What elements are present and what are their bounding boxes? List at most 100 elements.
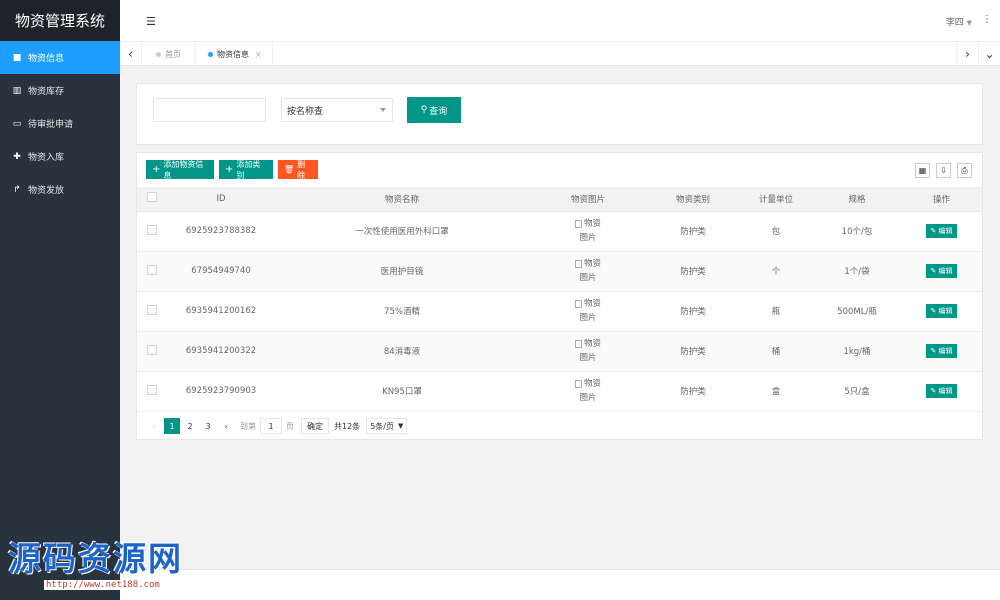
tab-close-icon[interactable]: × [255,50,262,59]
user-name: 李四 [945,18,964,28]
action-cell: ✎ 编辑 [901,331,982,372]
trash-icon: 🗑 [284,165,295,174]
goto-page-input[interactable]: 1 [260,418,282,434]
add-material-info-button[interactable]: + 添加物资信息 [146,159,214,180]
select-all-checkbox[interactable] [147,192,157,203]
material-table: ID 物资名称 物资图片 物资类别 计量单位 规格 操作 69259237883… [137,187,982,412]
query-button-label: 查询 [429,106,448,117]
page-button-1[interactable]: 1 [164,418,180,434]
print-icon[interactable]: ⎙ [957,163,972,178]
button-label: 添加物资信息 [163,159,204,180]
search-input[interactable] [153,98,266,122]
unit-cell: 桶 [739,331,813,372]
more-vertical-icon[interactable]: ⋮ [982,14,992,25]
columns-filter-icon[interactable]: ▦ [915,163,930,178]
image-cell: 物资图片 [529,251,647,292]
column-header[interactable]: 规格 [813,187,901,212]
unit-cell: 包 [739,211,813,252]
broken-image: 物资图片 [571,257,605,285]
name-cell: 75%酒精 [275,291,529,332]
action-cell: ✎ 编辑 [901,251,982,292]
page-size-select[interactable]: 5条/页 ▼ [366,418,408,434]
tab-material-info[interactable]: 物资信息 × [198,42,273,66]
sidebar-item-material-info[interactable]: ■ 物资信息 [0,41,120,74]
column-header[interactable]: 物资图片 [529,187,647,212]
column-header[interactable]: 操作 [901,187,982,212]
column-header[interactable]: 物资类别 [647,187,739,212]
tab-label: 首页 [165,49,181,59]
table-row: 6925923790903 KN95口罩 物资图片 防护类 盒 5只/盒 ✎ 编… [137,371,982,412]
caret-down-icon: ▼ [966,19,972,27]
category-cell: 防护类 [647,251,739,292]
edit-button[interactable]: ✎ 编辑 [926,384,957,398]
sidebar-item-inventory[interactable]: ▥ 物资库存 [0,74,120,107]
pagination: ‹ 1 2 3 › 到第 1 页 确定 共12条 5条/页 ▼ [146,417,408,435]
row-select-cell [137,331,167,372]
image-alt-text: 物资图片 [579,219,601,243]
image-cell: 物资图片 [529,291,647,332]
id-cell: 6935941200322 [167,331,275,372]
menu-toggle-icon[interactable]: ☰ [146,15,156,28]
image-cell: 物资图片 [529,331,647,372]
column-header[interactable]: ID [167,187,275,212]
top-header: ☰ 李四 ▼ ⋮ [120,0,1000,42]
table-row: 6935941200322 84消毒液 物资图片 防护类 桶 1kg/桶 ✎ 编… [137,331,982,372]
table-row: 6935941200162 75%酒精 物资图片 防护类 瓶 500ML/瓶 ✎… [137,291,982,332]
share-icon: ↱ [13,184,21,195]
edit-label: 编辑 [938,387,953,395]
broken-image-icon [574,219,582,228]
action-cell: ✎ 编辑 [901,371,982,412]
add-category-button[interactable]: + 添加类别 [219,160,273,180]
export-icon[interactable]: ⇩ [936,163,951,178]
edit-button[interactable]: ✎ 编辑 [926,264,957,278]
watermark-title: 源码资源网 [8,539,183,578]
prev-page-icon[interactable]: ‹ [146,418,162,434]
tab-home[interactable]: 首页 [146,42,196,66]
column-header[interactable]: 物资名称 [275,187,529,212]
page-button-2[interactable]: 2 [182,418,198,434]
broken-image-icon [574,259,582,268]
footer-bar [120,569,1000,600]
table-row: 67954949740 医用护目镜 物资图片 防护类 个 1个/袋 ✎ 编辑 [137,251,982,292]
column-header[interactable]: 计量单位 [739,187,813,212]
book-icon: ■ [12,52,22,63]
query-button[interactable]: ⚲ 查询 [407,97,461,123]
next-page-icon[interactable]: › [218,418,234,434]
tabs-scroll-right-icon[interactable]: › [956,42,978,66]
sidebar-item-pending-approval[interactable]: ▭ 待审批申请 [0,107,120,140]
sidebar-item-label: 物资发放 [28,186,65,196]
select-all-cell [137,187,167,212]
row-checkbox[interactable] [147,264,157,275]
row-checkbox[interactable] [147,384,157,395]
image-cell: 物资图片 [529,371,647,412]
plus-icon: ✚ [13,151,21,162]
sidebar-item-label: 物资信息 [28,54,65,64]
sidebar-item-label: 物资入库 [28,153,65,163]
row-checkbox[interactable] [147,344,157,355]
tabs-scroll-left-icon[interactable]: ‹ [120,42,142,66]
sidebar-item-distribution[interactable]: ↱ 物资发放 [0,173,120,206]
sidebar-item-stock-in[interactable]: ✚ 物资入库 [0,140,120,173]
unit-cell: 瓶 [739,291,813,332]
row-checkbox[interactable] [147,304,157,315]
spec-cell: 10个/包 [813,211,901,252]
search-type-select[interactable]: 按名称查 [281,98,393,122]
edit-button[interactable]: ✎ 编辑 [926,344,957,358]
image-alt-text: 物资图片 [579,259,601,283]
user-menu[interactable]: 李四 ▼ [946,15,972,28]
goto-confirm-button[interactable]: 确定 [301,418,329,434]
row-select-cell [137,291,167,332]
edit-button[interactable]: ✎ 编辑 [926,224,957,238]
spec-cell: 1个/袋 [813,251,901,292]
page-button-3[interactable]: 3 [200,418,216,434]
total-count: 共12条 [334,421,361,431]
tabs-menu-chevron-down-icon[interactable]: ⌄ [978,42,1000,66]
image-alt-text: 物资图片 [579,299,601,323]
delete-button[interactable]: 🗑 删除 [278,160,318,180]
plus-icon: + [152,164,161,175]
action-cell: ✎ 编辑 [901,291,982,332]
edit-button[interactable]: ✎ 编辑 [926,304,957,318]
id-cell: 6925923790903 [167,371,275,412]
goto-prefix: 到第 [240,421,256,431]
row-checkbox[interactable] [147,224,157,235]
